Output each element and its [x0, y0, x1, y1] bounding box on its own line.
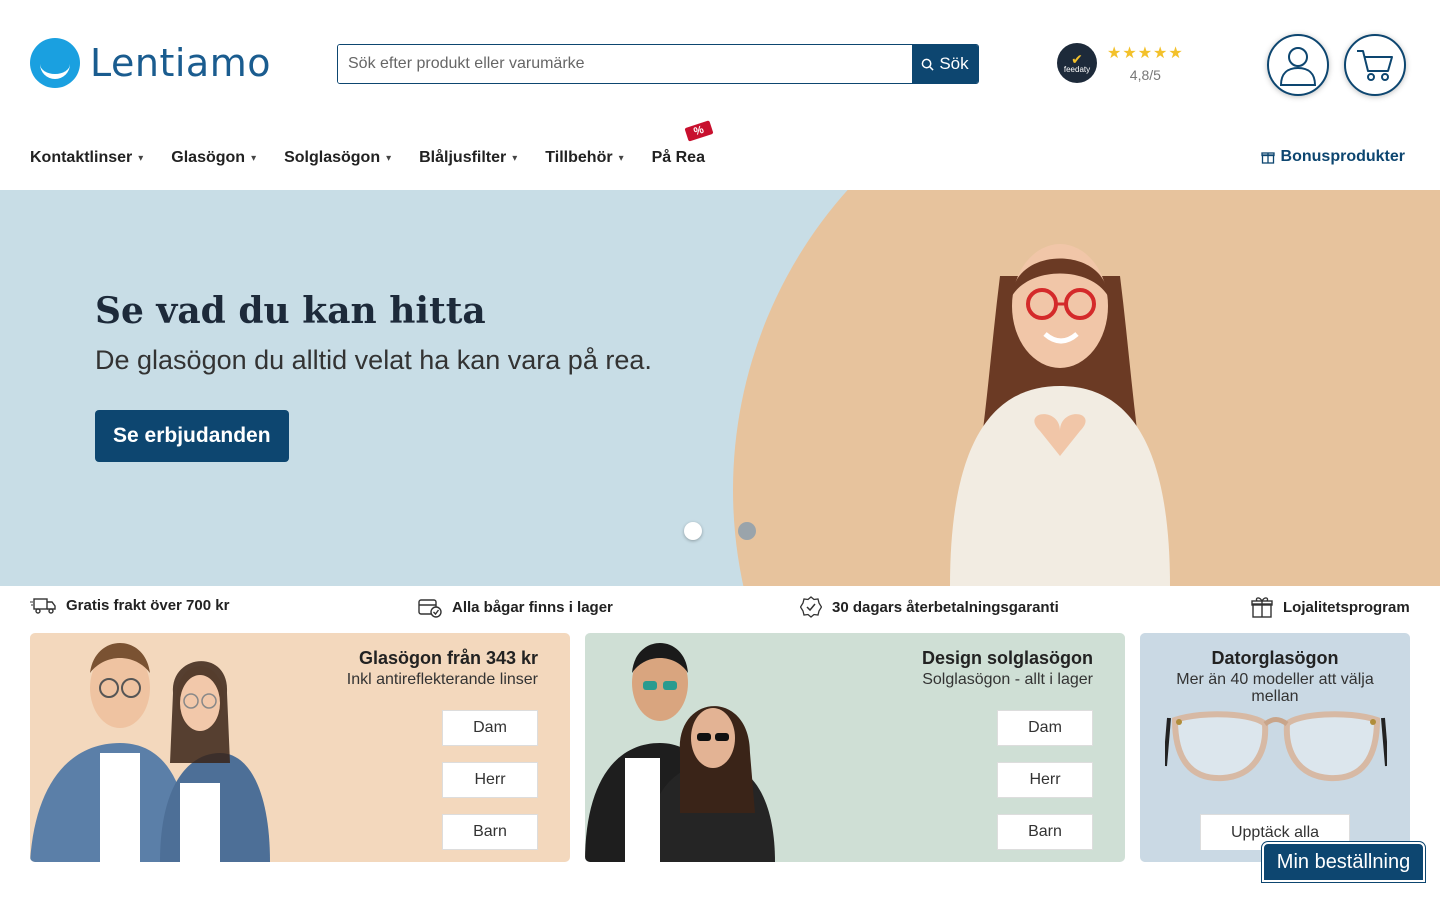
- card-glasses[interactable]: Glasögon från 343 kr Inkl antireflektera…: [30, 633, 570, 862]
- bonus-products-label: Bonusprodukter: [1280, 148, 1405, 165]
- nav-item-sunglasses[interactable]: Solglasögon ▾: [284, 140, 391, 176]
- account-button[interactable]: [1267, 34, 1329, 96]
- nav-item-label: Glasögon: [171, 149, 246, 166]
- sunglasses-kids-button[interactable]: Barn: [997, 814, 1093, 850]
- sunglasses-men-button[interactable]: Herr: [997, 762, 1093, 798]
- hero-subtitle: De glasögon du alltid velat ha kan vara …: [95, 345, 652, 375]
- rating-score: 4,8/5: [1129, 67, 1161, 83]
- card-title: Design solglasögon: [921, 648, 1093, 668]
- rating-widget[interactable]: ✔ feedaty ★★★★★ 4,8/5: [1057, 43, 1184, 83]
- search-icon: [921, 58, 934, 71]
- usp-label: Lojalitetsprogram: [1283, 598, 1410, 616]
- chevron-down-icon: ▾: [512, 152, 518, 164]
- nav-item-label: Solglasögon: [284, 149, 381, 166]
- usp-label: 30 dagars återbetalningsgaranti: [832, 598, 1059, 616]
- usp-loyalty[interactable]: Lojalitetsprogram: [1251, 596, 1410, 618]
- glasses-kids-button[interactable]: Barn: [442, 814, 538, 850]
- nav-item-label: Blåljusfilter: [419, 149, 507, 166]
- couple-sunglasses-image: [585, 643, 775, 862]
- truck-icon: [30, 598, 56, 614]
- feedaty-badge-text: feedaty: [1063, 64, 1091, 74]
- logo-smile-icon: [30, 38, 80, 88]
- couple-glasses-image: [30, 643, 270, 862]
- chevron-down-icon: ▾: [386, 152, 392, 164]
- nav-item-accessories[interactable]: Tillbehör ▾: [545, 140, 623, 176]
- my-order-button[interactable]: Min beställning: [1262, 842, 1425, 882]
- cart-button[interactable]: [1344, 34, 1406, 96]
- glasses-men-button[interactable]: Herr: [442, 762, 538, 798]
- hero-title: Se vad du kan hitta: [95, 290, 486, 332]
- see-offers-button[interactable]: Se erbjudanden: [95, 410, 289, 462]
- carousel-dot[interactable]: [738, 522, 756, 540]
- search-button[interactable]: Sök: [912, 45, 978, 83]
- card-subtitle: Inkl antireflekterande linser: [346, 671, 538, 688]
- rating-stars-icon: ★★★★★: [1107, 45, 1184, 62]
- feedaty-badge: ✔ feedaty: [1057, 43, 1097, 83]
- sale-tag: %: [684, 120, 713, 142]
- glasses-women-button[interactable]: Dam: [442, 710, 538, 746]
- usp-money-back: 30 dagars återbetalningsgaranti: [800, 596, 1059, 618]
- card-title: Glasögon från 343 kr: [358, 648, 538, 668]
- usp-free-shipping: Gratis frakt över 700 kr: [30, 596, 229, 614]
- chevron-down-icon: ▾: [138, 152, 144, 164]
- search-input[interactable]: [338, 45, 912, 83]
- gift-icon: [1251, 597, 1273, 618]
- nav-item-glasses[interactable]: Glasögon ▾: [171, 140, 256, 176]
- logo[interactable]: Lentiamo: [30, 38, 271, 88]
- nav-item-blue-light[interactable]: Blåljusfilter ▾: [419, 140, 517, 176]
- stock-icon: [418, 599, 442, 618]
- logo-text: Lentiamo: [90, 41, 271, 85]
- nav-item-label: Tillbehör: [545, 149, 613, 166]
- card-title: Datorglasögon: [1211, 648, 1339, 668]
- nav-item-contact-lenses[interactable]: Kontaktlinser ▾: [30, 140, 143, 176]
- main-nav: Kontaktlinser ▾ Glasögon ▾ Solglasögon ▾ Bl…: [30, 120, 733, 176]
- check-icon: ✔: [1071, 50, 1083, 67]
- search-bar: Sök: [337, 44, 979, 84]
- usp-label: Alla bågar finns i lager: [452, 598, 613, 616]
- hero-person-image: [950, 244, 1170, 586]
- chevron-down-icon: ▾: [618, 152, 624, 164]
- sunglasses-women-button[interactable]: Dam: [997, 710, 1093, 746]
- nav-item-label: Kontaktlinser: [30, 149, 133, 166]
- card-subtitle: Mer än 40 modeller att välja mellan: [1176, 671, 1374, 705]
- site-header: Lentiamo Sök ✔ feedaty ★★★★★ 4,8/5: [0, 0, 1440, 120]
- carousel-dot-active[interactable]: [684, 522, 702, 540]
- card-subtitle: Solglasögon - allt i lager: [922, 671, 1093, 688]
- search-button-label: Sök: [939, 54, 969, 73]
- nav-item-sale[interactable]: % På Rea: [651, 120, 713, 176]
- user-icon: [1279, 47, 1317, 86]
- hero-banner: Se vad du kan hitta De glasögon du allti…: [0, 190, 1440, 586]
- chevron-down-icon: ▾: [251, 152, 257, 164]
- card-computer-glasses[interactable]: Datorglasögon Mer än 40 modeller att väl…: [1140, 633, 1410, 862]
- bonus-products-link[interactable]: Bonusprodukter: [1260, 148, 1405, 166]
- usp-in-stock: Alla bågar finns i lager: [418, 596, 613, 618]
- nav-item-label: På Rea: [651, 149, 705, 166]
- gift-icon: [1260, 152, 1275, 164]
- cart-icon: [1357, 50, 1393, 81]
- usp-label: Gratis frakt över 700 kr: [66, 596, 230, 614]
- card-sunglasses[interactable]: Design solglasögon Solglasögon - allt i …: [585, 633, 1125, 862]
- guarantee-icon: [800, 596, 822, 618]
- computer-glasses-image: [1165, 711, 1387, 782]
